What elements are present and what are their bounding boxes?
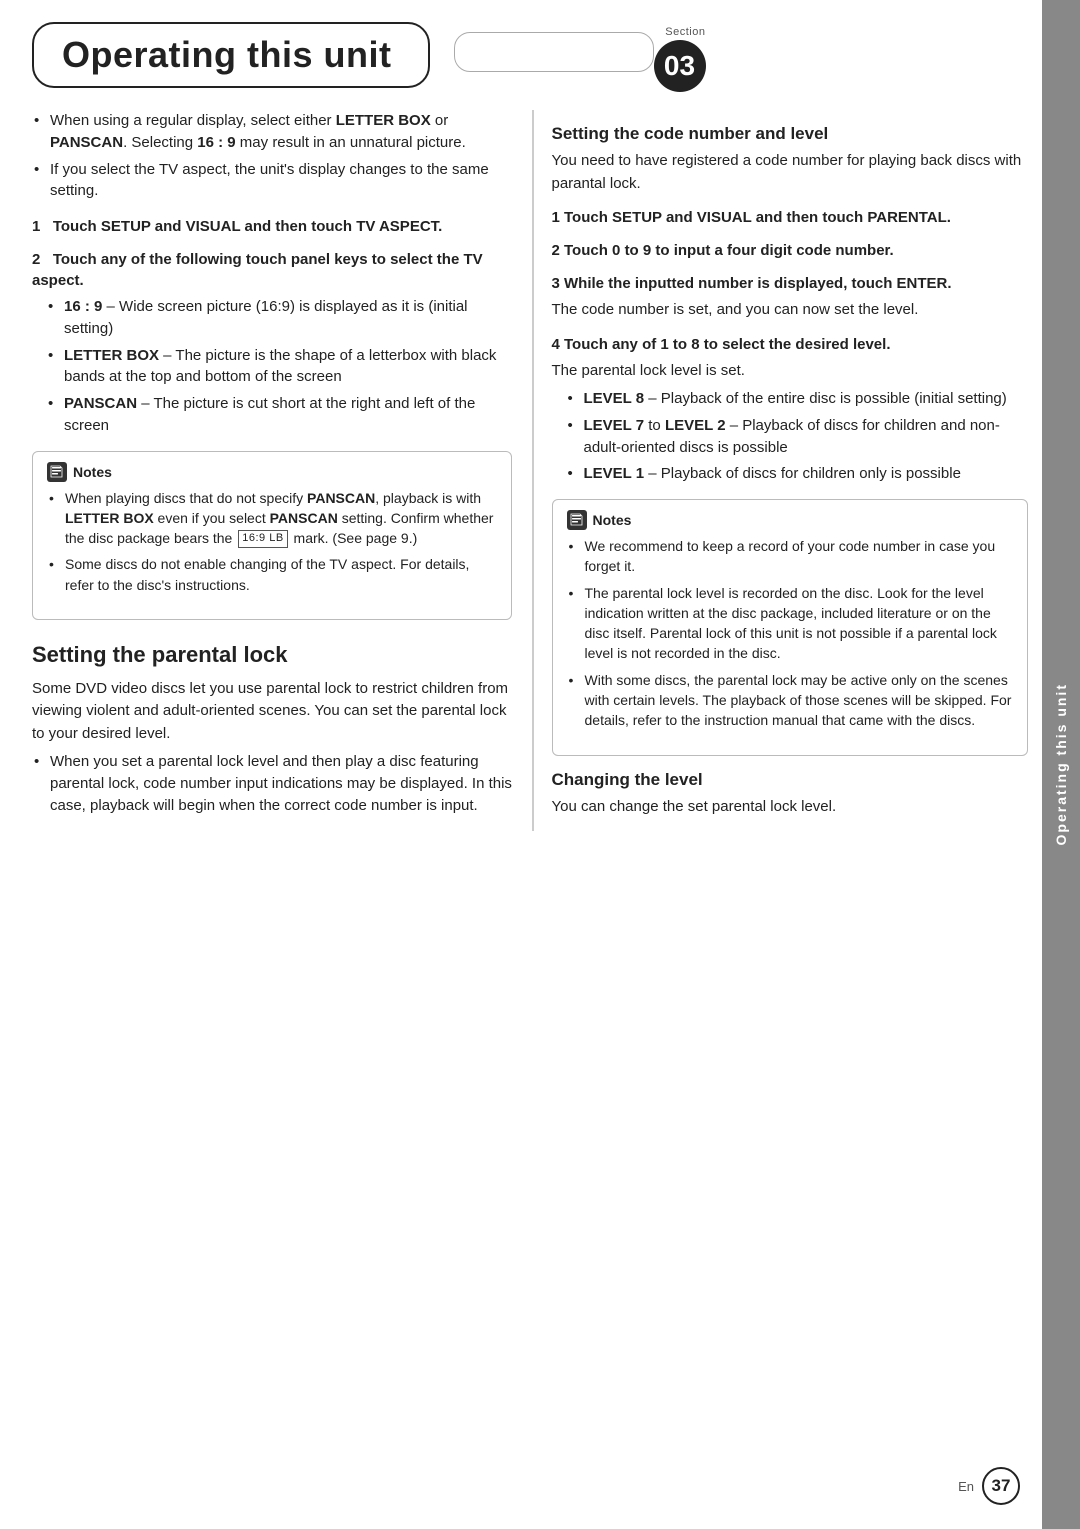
notes-label-left: Notes bbox=[73, 464, 112, 480]
level-bullet-3: LEVEL 1 – Playback of discs for children… bbox=[566, 463, 1029, 485]
code-step1: 1 Touch SETUP and VISUAL and then touch … bbox=[552, 207, 1029, 228]
code-step2: 2 Touch 0 to 9 to input a four digit cod… bbox=[552, 240, 1029, 261]
notes-title-right: Notes bbox=[567, 510, 1014, 530]
page-number: 37 bbox=[982, 1467, 1020, 1505]
notes-icon-right bbox=[567, 510, 587, 530]
intro-bullet-list: When using a regular display, select eit… bbox=[32, 110, 512, 202]
step1-heading: 1 Touch SETUP and VISUAL and then touch … bbox=[32, 216, 512, 237]
notes-bullet-right-2: The parental lock level is recorded on t… bbox=[567, 583, 1014, 664]
page-container: Operating this unit Operating this unit … bbox=[0, 0, 1080, 1529]
section-number: 03 bbox=[654, 40, 706, 92]
badge-16-9-lb: 16:9 LB bbox=[238, 530, 287, 548]
title-box: Operating this unit bbox=[32, 22, 430, 88]
level-bullet-list: LEVEL 8 – Playback of the entire disc is… bbox=[552, 388, 1029, 485]
header-row: Operating this unit Section 03 bbox=[0, 0, 1080, 92]
parental-lock-bullet-1: When you set a parental lock level and t… bbox=[32, 751, 512, 816]
code-step4-text: The parental lock level is set. bbox=[552, 360, 1029, 383]
notes-bullet-left-2: Some discs do not enable changing of the… bbox=[47, 554, 497, 595]
changing-level-text: You can change the set parental lock lev… bbox=[552, 796, 1029, 819]
aspect-bullet-1: 16 : 9 – Wide screen picture (16:9) is d… bbox=[46, 296, 512, 340]
parental-lock-bullets: When you set a parental lock level and t… bbox=[32, 751, 512, 816]
code-step4: 4 Touch any of 1 to 8 to select the desi… bbox=[552, 334, 1029, 355]
page-title: Operating this unit bbox=[62, 34, 392, 76]
level-bullet-2: LEVEL 7 to LEVEL 2 – Playback of discs f… bbox=[566, 415, 1029, 459]
intro-bullet-2: If you select the TV aspect, the unit's … bbox=[32, 159, 512, 203]
notes-bullets-left: When playing discs that do not specify P… bbox=[47, 488, 497, 595]
page-number-area: En 37 bbox=[958, 1467, 1020, 1505]
notes-title-left: Notes bbox=[47, 462, 497, 482]
parental-lock-heading: Setting the parental lock bbox=[32, 642, 512, 668]
notes-box-right: Notes We recommend to keep a record of y… bbox=[552, 499, 1029, 756]
right-sidebar: Operating this unit bbox=[1042, 0, 1080, 1529]
code-step3-text: The code number is set, and you can now … bbox=[552, 299, 1029, 322]
section-label: Section bbox=[665, 26, 705, 38]
notes-bullet-left-1: When playing discs that do not specify P… bbox=[47, 488, 497, 549]
code-step3: 3 While the inputted number is displayed… bbox=[552, 273, 1029, 294]
notes-bullet-right-3: With some discs, the parental lock may b… bbox=[567, 670, 1014, 731]
chapter-box bbox=[454, 32, 654, 72]
notes-icon-left bbox=[47, 462, 67, 482]
left-column: When using a regular display, select eit… bbox=[32, 110, 532, 831]
sidebar-label: Operating this unit bbox=[1053, 683, 1069, 845]
parental-lock-intro: Some DVD video discs let you use parenta… bbox=[32, 678, 512, 746]
notes-bullet-right-1: We recommend to keep a record of your co… bbox=[567, 536, 1014, 577]
aspect-bullet-2: LETTER BOX – The picture is the shape of… bbox=[46, 345, 512, 389]
notes-box-left: Notes When playing discs that do not spe… bbox=[32, 451, 512, 620]
right-column: Setting the code number and level You ne… bbox=[534, 110, 1029, 831]
en-label: En bbox=[958, 1479, 974, 1494]
code-heading: Setting the code number and level bbox=[552, 124, 1029, 144]
level-bullet-1: LEVEL 8 – Playback of the entire disc is… bbox=[566, 388, 1029, 410]
intro-bullet-1: When using a regular display, select eit… bbox=[32, 110, 512, 154]
code-intro: You need to have registered a code numbe… bbox=[552, 150, 1029, 195]
step2-heading: 2 Touch any of the following touch panel… bbox=[32, 249, 512, 291]
main-content: When using a regular display, select eit… bbox=[0, 92, 1080, 831]
notes-bullets-right: We recommend to keep a record of your co… bbox=[567, 536, 1014, 731]
changing-level-heading: Changing the level bbox=[552, 770, 1029, 790]
aspect-bullet-3: PANSCAN – The picture is cut short at th… bbox=[46, 393, 512, 437]
aspect-bullet-list: 16 : 9 – Wide screen picture (16:9) is d… bbox=[32, 296, 512, 437]
section-area: Section 03 bbox=[654, 22, 758, 92]
notes-label-right: Notes bbox=[593, 512, 632, 528]
